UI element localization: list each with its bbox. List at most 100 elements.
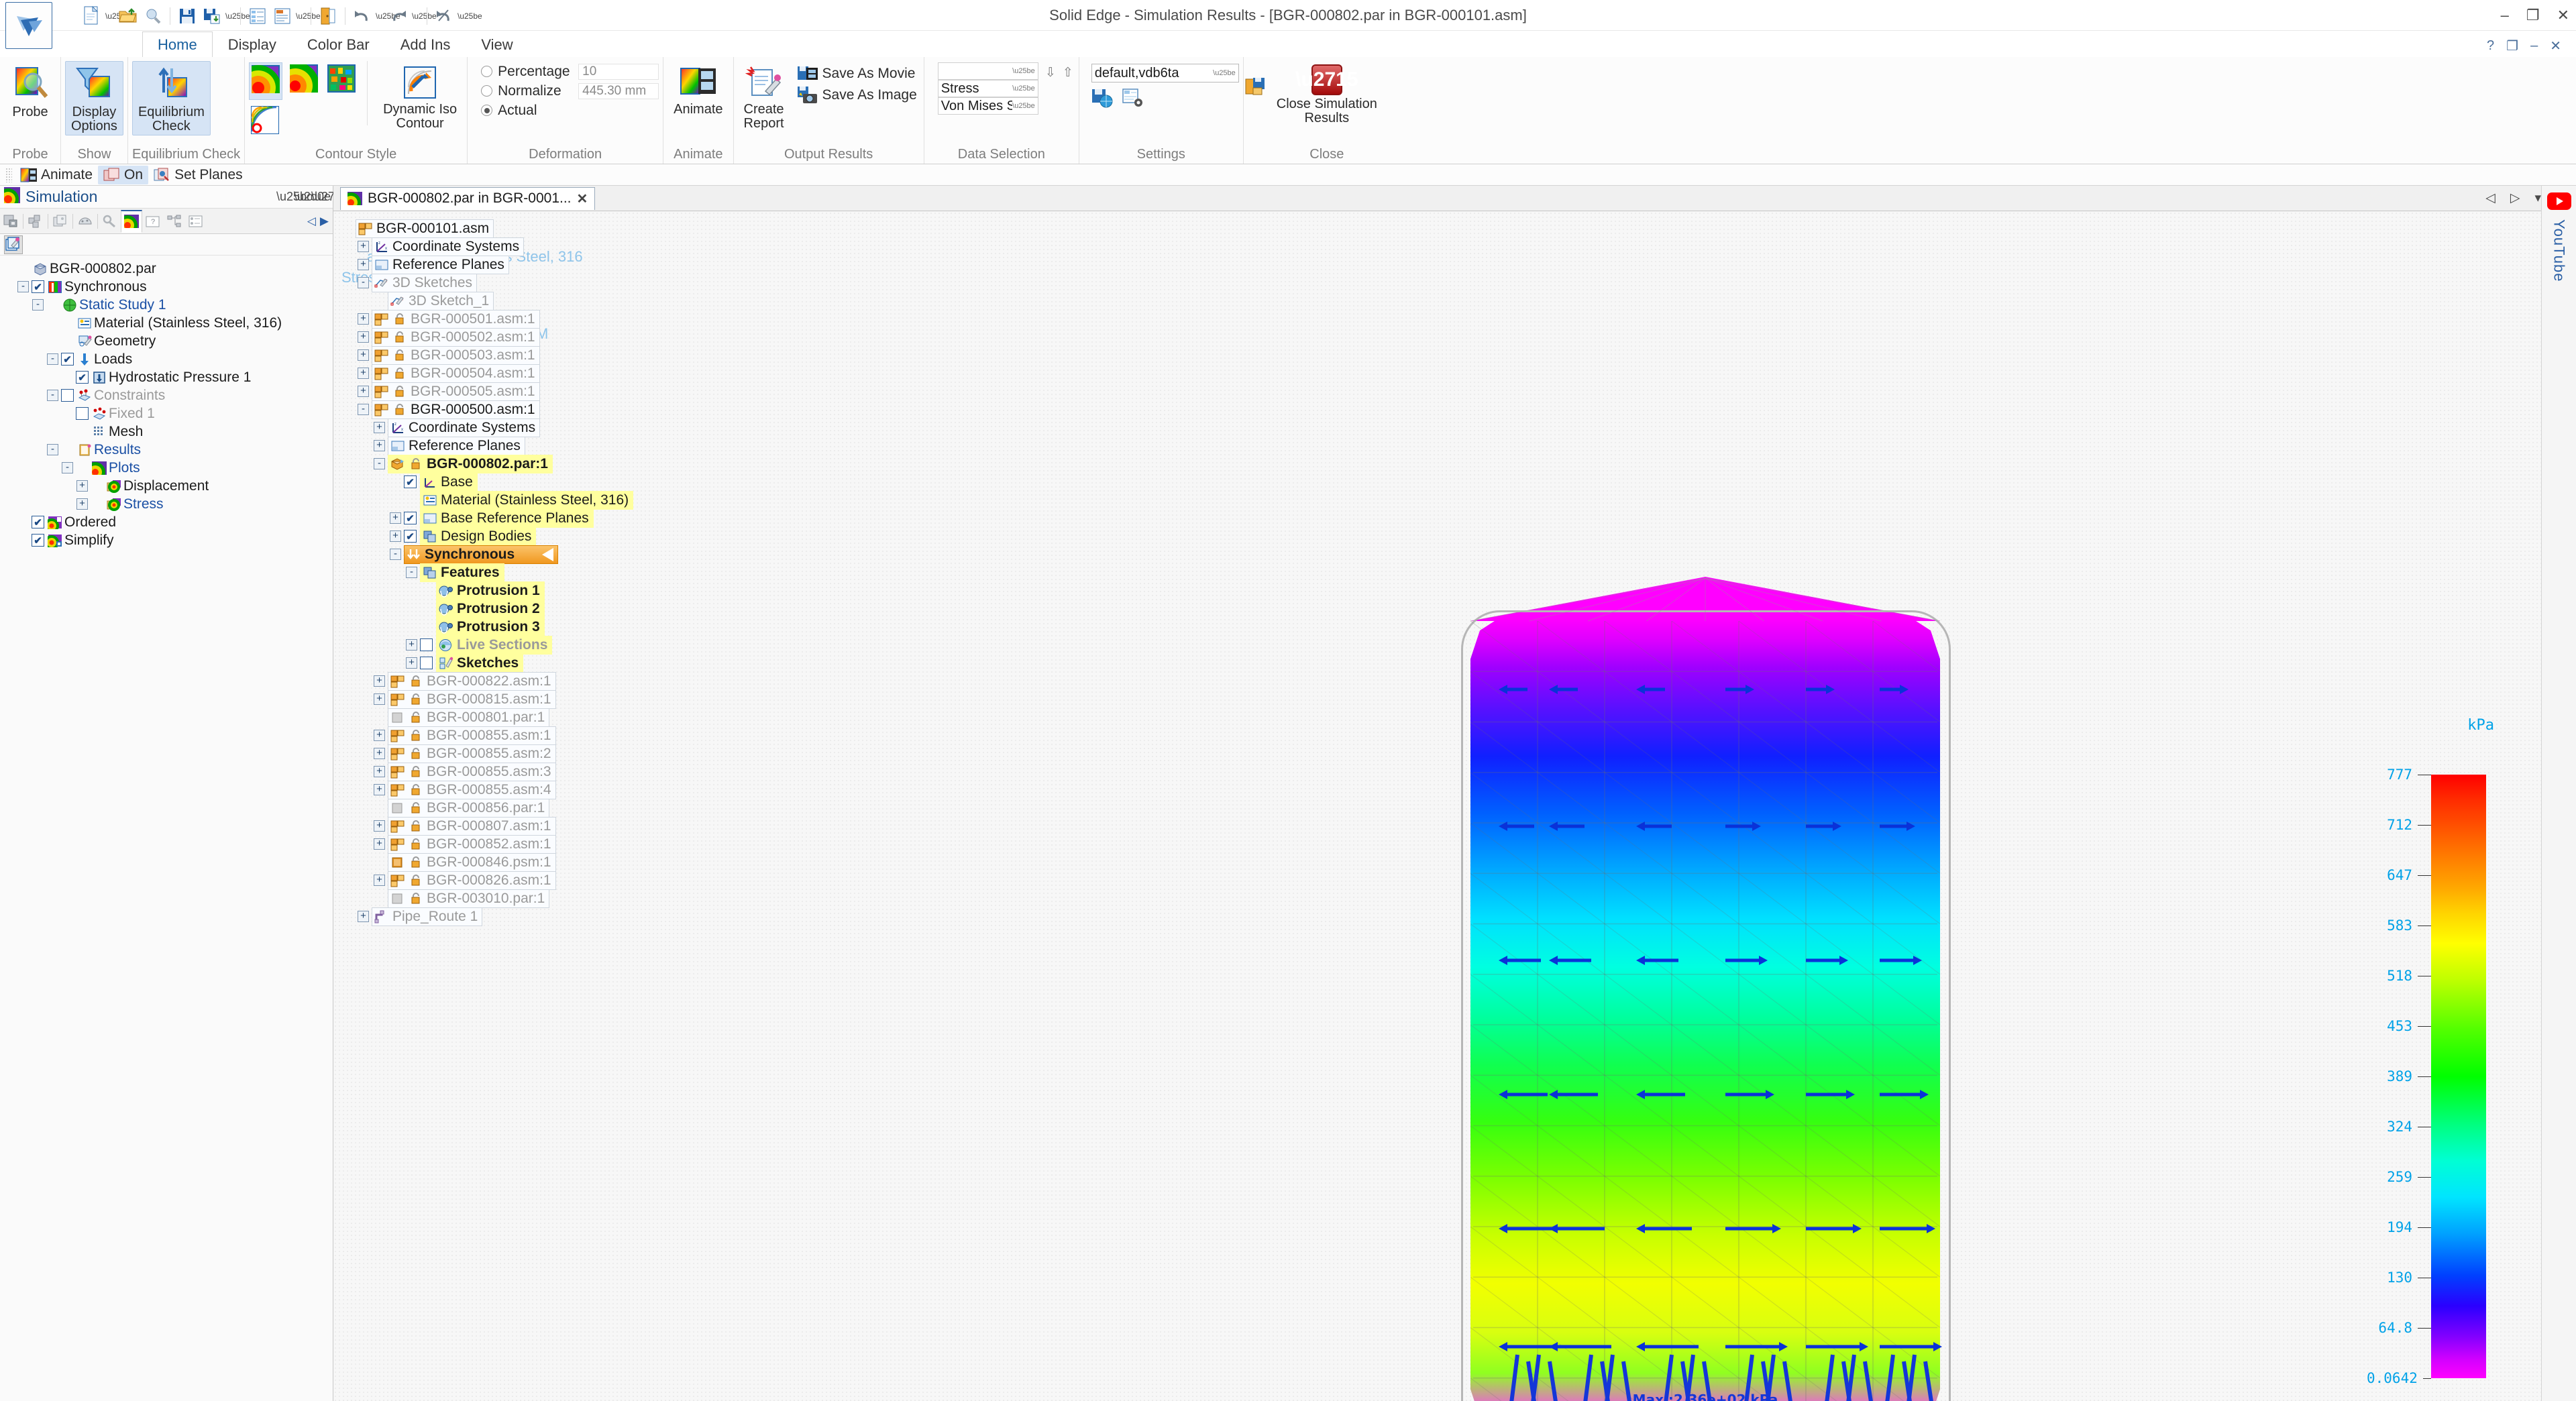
- animate-toggle[interactable]: Animate: [15, 166, 98, 184]
- assembly-tree-row[interactable]: + BGR-000822.asm:1: [341, 671, 779, 691]
- edit-settings-icon[interactable]: [1122, 88, 1144, 112]
- assembly-tree-row[interactable]: BGR-000846.psm:1: [341, 852, 779, 872]
- help-button[interactable]: ?: [2487, 38, 2494, 54]
- assembly-tree-item[interactable]: BGR-000101.asm: [356, 219, 494, 238]
- collapse-toggle-icon[interactable]: -: [32, 299, 44, 311]
- assembly-tree-row[interactable]: + Sketches: [341, 653, 779, 673]
- assembly-tree-item[interactable]: BGR-000807.asm:1: [388, 816, 556, 836]
- assembly-tree-item[interactable]: BGR-000801.par:1: [388, 708, 550, 727]
- tab-alternate[interactable]: [50, 210, 71, 233]
- assembly-tree-row[interactable]: + z x Coordinate Systems: [341, 237, 779, 256]
- undo-icon[interactable]: [351, 4, 374, 28]
- assembly-tree-item[interactable]: Synchronous: [404, 545, 558, 564]
- sim-tree-row[interactable]: - Constraints: [3, 386, 330, 404]
- toolbar-gripper[interactable]: [5, 167, 12, 182]
- assembly-tree-row[interactable]: + Pipe_Route 1: [341, 907, 779, 926]
- minimize-document-button[interactable]: –: [2530, 38, 2538, 54]
- sim-tree-row[interactable]: ✔ Hydrostatic Pressure 1: [3, 368, 330, 386]
- assembly-tree-item[interactable]: BGR-000852.asm:1: [388, 834, 556, 854]
- tab-simulation[interactable]: [121, 209, 142, 233]
- assembly-tree-item[interactable]: BGR-000822.asm:1: [388, 671, 556, 691]
- assembly-tree-row[interactable]: + BGR-000815.asm:1: [341, 689, 779, 709]
- tab-add-ins[interactable]: Add Ins: [385, 32, 466, 57]
- step-up-button[interactable]: ⇧: [1061, 64, 1075, 81]
- tree-checkbox[interactable]: ✔: [404, 475, 417, 488]
- assembly-tree-row[interactable]: + BGR-000807.asm:1: [341, 816, 779, 836]
- maximize-button[interactable]: ❐: [2526, 8, 2540, 23]
- document-tab[interactable]: BGR-000802.par in BGR-0001... ✕: [340, 186, 596, 210]
- assembly-tree-row[interactable]: + BGR-000504.asm:1: [341, 363, 779, 383]
- sim-tree-row[interactable]: + Displacement: [3, 477, 330, 495]
- sim-tree-row[interactable]: BGR-000802.par: [3, 260, 330, 278]
- save-as-image-button[interactable]: Save As Image: [794, 85, 920, 105]
- assembly-tree-item[interactable]: Material (Stainless Steel, 316): [420, 490, 634, 510]
- tree-checkbox[interactable]: ✔: [404, 512, 417, 524]
- assembly-tree-item[interactable]: BGR-000502.asm:1: [372, 327, 540, 347]
- expand-toggle-icon[interactable]: +: [390, 530, 401, 542]
- tree-checkbox[interactable]: ✔: [76, 371, 89, 384]
- assembly-tree-row[interactable]: + z x Coordinate Systems: [341, 418, 779, 437]
- assembly-tree-item[interactable]: Pipe_Route 1: [372, 907, 483, 926]
- expand-toggle-icon[interactable]: +: [374, 675, 385, 687]
- assembly-tree-item[interactable]: Design Bodies: [420, 526, 537, 546]
- save-study-icon[interactable]: [1245, 77, 1265, 100]
- expand-toggle-icon[interactable]: +: [374, 730, 385, 741]
- sim-tree-row[interactable]: Fixed 1: [3, 404, 330, 423]
- equilibrium-check-button[interactable]: Equilibrium Check: [131, 61, 211, 135]
- expand-toggle-icon[interactable]: +: [358, 259, 369, 270]
- expand-toggle-icon[interactable]: +: [374, 838, 385, 850]
- assembly-tree-row[interactable]: - BGR-000500.asm:1: [341, 400, 779, 419]
- assembly-tree-row[interactable]: + Reference Planes: [341, 255, 779, 274]
- assembly-tree-row[interactable]: Protrusion 3: [341, 617, 779, 636]
- assembly-tree-row[interactable]: - Features: [341, 563, 779, 582]
- tree-checkbox[interactable]: [61, 389, 74, 402]
- tab-probe[interactable]: [99, 210, 121, 233]
- tab-display[interactable]: Display: [213, 32, 292, 57]
- normalize-radio[interactable]: [481, 85, 493, 97]
- assembly-tree-row[interactable]: BGR-000856.par:1: [341, 798, 779, 818]
- expand-toggle-icon[interactable]: +: [390, 512, 401, 524]
- assembly-tree-row[interactable]: + BGR-000502.asm:1: [341, 327, 779, 347]
- assembly-tree-item[interactable]: BGR-000503.asm:1: [372, 345, 540, 365]
- step-down-button[interactable]: ⇩: [1044, 64, 1057, 81]
- expand-toggle-icon[interactable]: +: [374, 784, 385, 795]
- assembly-tree-item[interactable]: Reference Planes: [388, 436, 525, 455]
- assembly-tree-item[interactable]: BGR-000802.par:1: [388, 454, 553, 473]
- sim-tree-row[interactable]: Mesh: [3, 423, 330, 441]
- assembly-tree-row[interactable]: + BGR-000826.asm:1: [341, 871, 779, 890]
- youtube-label[interactable]: YouTube: [2551, 219, 2568, 282]
- expand-toggle-icon[interactable]: +: [358, 911, 369, 922]
- properties-icon[interactable]: [246, 4, 269, 28]
- contour-element-button[interactable]: [325, 62, 358, 100]
- undo-dropdown-icon[interactable]: \u25be: [376, 11, 400, 21]
- assembly-tree-item[interactable]: Protrusion 1: [436, 581, 545, 600]
- assembly-tree-item[interactable]: z x Coordinate Systems: [372, 237, 525, 256]
- assembly-tree-row[interactable]: BGR-000101.asm: [341, 219, 779, 238]
- assembly-tree-item[interactable]: BGR-000826.asm:1: [388, 871, 556, 890]
- sim-tree-row[interactable]: - Results: [3, 441, 330, 459]
- tab-color-bar[interactable]: Color Bar: [292, 32, 385, 57]
- assembly-tree-item[interactable]: Live Sections: [436, 635, 553, 655]
- expand-toggle-icon[interactable]: +: [374, 875, 385, 886]
- expand-toggle-icon[interactable]: +: [406, 639, 417, 651]
- assembly-tree-row[interactable]: Protrusion 1: [341, 581, 779, 600]
- sim-tree-row[interactable]: ✔ Simplify: [3, 531, 330, 549]
- collapse-icon[interactable]: \u25bc: [276, 190, 313, 204]
- quantity-combo[interactable]: Stress \u25be: [937, 80, 1038, 97]
- collapse-toggle-icon[interactable]: -: [406, 567, 417, 578]
- save-as-icon[interactable]: [201, 4, 223, 28]
- expand-toggle-icon[interactable]: +: [358, 386, 369, 397]
- assembly-tree-item[interactable]: Base Reference Planes: [420, 508, 594, 528]
- close-document-button[interactable]: ✕: [2550, 38, 2561, 54]
- tab-family[interactable]: [25, 210, 46, 233]
- assembly-tree-row[interactable]: - Synchronous: [341, 545, 779, 564]
- tree-checkbox[interactable]: [420, 638, 433, 651]
- assembly-tree-item[interactable]: Sketches: [436, 653, 524, 673]
- assembly-tree-row[interactable]: - BGR-000802.par:1: [341, 454, 779, 473]
- save-as-dropdown-icon[interactable]: \u25be: [225, 11, 250, 21]
- close-simulation-results-button[interactable]: \u2715 Close Simulation Results: [1271, 61, 1383, 127]
- youtube-icon[interactable]: [2546, 192, 2571, 210]
- step-combo[interactable]: \u25be: [937, 62, 1038, 80]
- document-tab-close-icon[interactable]: ✕: [577, 190, 588, 207]
- assembly-tree-row[interactable]: + BGR-000855.asm:1: [341, 726, 779, 745]
